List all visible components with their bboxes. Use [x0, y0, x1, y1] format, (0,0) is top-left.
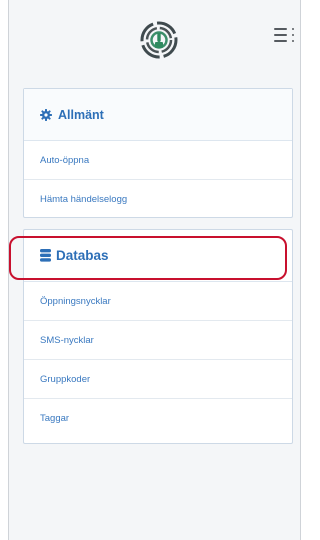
- menu-item-auto-open[interactable]: Auto-öppna: [24, 141, 292, 180]
- menu-item-opening-keys[interactable]: Öppningsnycklar: [24, 282, 292, 321]
- menu-item-tags[interactable]: Taggar: [24, 399, 292, 438]
- database-section-card: Databas Öppningsnycklar SMS-nycklar Grup…: [23, 229, 293, 444]
- menu-list-icon[interactable]: [274, 26, 296, 44]
- gear-icon: [40, 108, 52, 121]
- app-screen: Allmänt Auto-öppna Hämta händelselogg Da…: [8, 0, 301, 540]
- menu-item-label: Öppningsnycklar: [40, 295, 111, 307]
- menu-item-label: Gruppkoder: [40, 373, 91, 385]
- menu-item-label: Hämta händelselogg: [40, 194, 128, 205]
- database-section-header[interactable]: Databas: [24, 230, 292, 282]
- general-section-header[interactable]: Allmänt: [24, 89, 292, 141]
- app-header: [9, 0, 300, 76]
- database-section-title: Databas: [56, 248, 109, 263]
- menu-item-sms-keys[interactable]: SMS-nycklar: [24, 321, 292, 360]
- general-section-card: Allmänt Auto-öppna Hämta händelselogg: [23, 88, 293, 218]
- fingerprint-logo-icon: [139, 20, 179, 60]
- menu-item-label: SMS-nycklar: [40, 334, 94, 346]
- general-section-title: Allmänt: [58, 107, 104, 122]
- database-icon: [40, 249, 51, 262]
- menu-item-label: Auto-öppna: [40, 154, 90, 166]
- menu-item-fetch-event-log[interactable]: Hämta händelselogg: [24, 180, 292, 219]
- menu-item-label: Taggar: [40, 413, 70, 424]
- menu-item-group-codes[interactable]: Gruppkoder: [24, 360, 292, 399]
